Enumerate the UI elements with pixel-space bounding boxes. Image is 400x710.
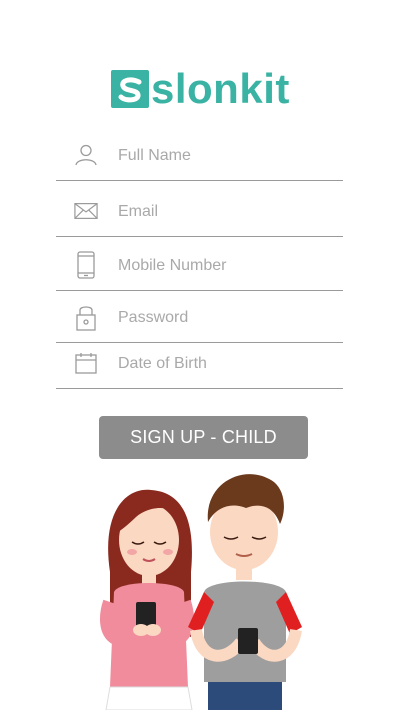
logo-mark-icon <box>111 70 149 108</box>
date-of-birth-input[interactable] <box>118 355 333 373</box>
girl-illustration <box>100 489 195 710</box>
password-field[interactable] <box>56 296 343 343</box>
mobile-phone-icon <box>74 251 98 279</box>
full-name-field[interactable] <box>56 134 343 181</box>
mobile-number-input[interactable] <box>118 257 333 275</box>
password-input[interactable] <box>118 309 333 327</box>
email-field[interactable] <box>56 190 343 237</box>
date-of-birth-field[interactable] <box>56 342 343 389</box>
full-name-input[interactable] <box>118 147 333 165</box>
calendar-icon <box>74 350 98 376</box>
email-input[interactable] <box>118 203 333 221</box>
boy-illustration <box>188 474 302 710</box>
sign-up-child-button[interactable]: SIGN UP - CHILD <box>99 416 308 459</box>
envelope-icon <box>74 198 98 224</box>
slonkit-logo: slonkit <box>111 64 290 112</box>
logo-text: slonkit <box>151 65 290 112</box>
lock-icon <box>74 304 98 331</box>
person-icon <box>74 142 98 168</box>
mobile-number-field[interactable] <box>56 244 343 291</box>
kids-with-phones-illustration <box>100 474 302 710</box>
